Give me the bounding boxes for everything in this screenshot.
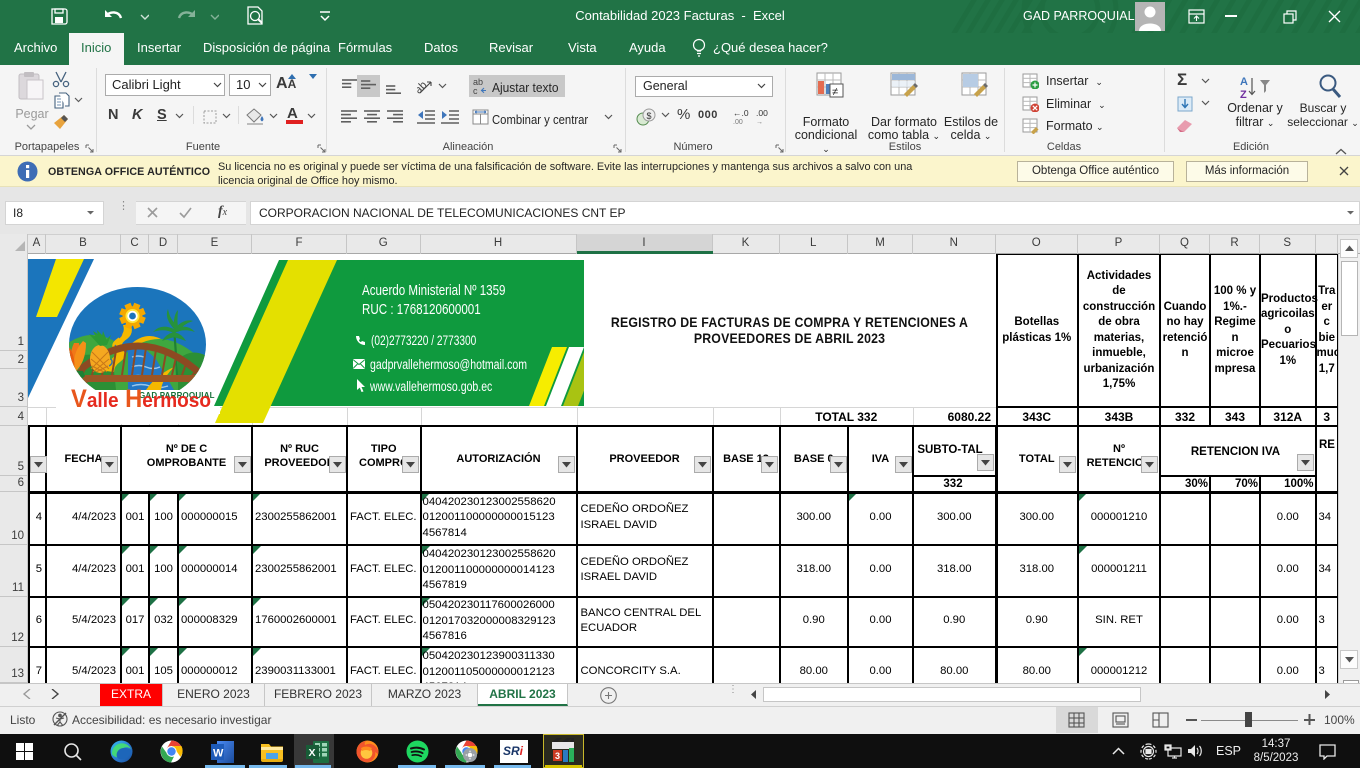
svg-text:c: c [473, 86, 478, 95]
svg-text:A: A [1240, 76, 1248, 88]
svg-text:←.0: ←.0 [733, 108, 749, 118]
svg-text:.00: .00 [756, 108, 768, 118]
svg-text:Z: Z [1240, 89, 1247, 100]
svg-text:W: W [213, 748, 224, 760]
svg-text:.00: .00 [733, 119, 743, 125]
svg-text:→: → [756, 119, 763, 125]
svg-text:$: $ [647, 111, 652, 121]
svg-text:≠: ≠ [832, 86, 838, 98]
svg-text:3: 3 [555, 751, 560, 761]
svg-text:X: X [309, 747, 316, 759]
